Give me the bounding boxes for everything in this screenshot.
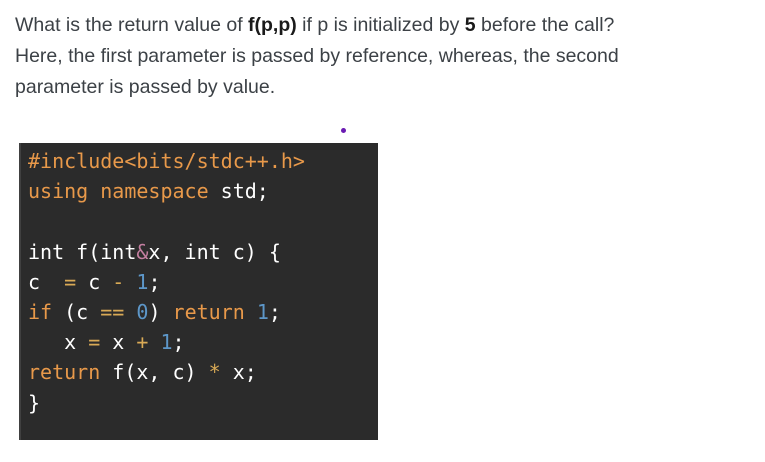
std-token: std; xyxy=(208,179,269,204)
number-literal: 1 xyxy=(256,299,269,324)
code-line-7: x = x + 1; xyxy=(28,327,305,357)
keyword-return: return xyxy=(172,299,245,324)
code-text: ; xyxy=(268,299,281,324)
bullet-dot xyxy=(341,128,346,133)
code-text: x, int c) { xyxy=(148,239,281,264)
code-text: c xyxy=(76,269,113,294)
question-fragment: What is the return value of xyxy=(15,14,249,36)
code-text: f(x, c) xyxy=(100,360,209,385)
include-directive: #include<bits/stdc++.h> xyxy=(28,149,305,173)
code-text: ; xyxy=(148,269,161,294)
code-text: ) xyxy=(148,299,173,324)
keyword-namespace: namespace xyxy=(100,179,209,204)
code-line-6: if (c == 0) return 1; xyxy=(28,297,305,327)
operator: - xyxy=(112,269,125,294)
keyword-if: if xyxy=(28,299,53,324)
code-line-1: #include<bits/stdc++.h> xyxy=(28,146,305,176)
code-text: ; xyxy=(172,330,185,355)
function-call-bold: f(p,p) xyxy=(248,14,297,36)
question-fragment: before the call? xyxy=(475,14,615,36)
question-line-1: What is the return value of f(p,p) if p … xyxy=(15,10,755,41)
operator: + xyxy=(136,330,149,355)
number-literal: 0 xyxy=(136,299,149,324)
operator: = xyxy=(88,330,101,355)
reference-ampersand: & xyxy=(136,239,149,264)
code-text: c xyxy=(28,269,65,294)
code-line-2: using namespace std; xyxy=(28,176,305,206)
code-text: int f(int xyxy=(28,239,137,264)
operator: * xyxy=(208,360,221,385)
question-line-2: Here, the first parameter is passed by r… xyxy=(15,45,619,67)
question-line-3: parameter is passed by value. xyxy=(15,76,276,98)
code-block: #include<bits/stdc++.h> using namespace s… xyxy=(19,143,378,440)
operator: = xyxy=(64,269,77,294)
question-text: What is the return value of f(p,p) if p … xyxy=(15,10,755,103)
code-text: x; xyxy=(220,360,257,385)
code-text: x xyxy=(28,330,89,355)
initial-value-bold: 5 xyxy=(464,14,476,36)
question-fragment: if p is initialized by xyxy=(296,14,465,36)
code-line-4: int f(int&x, int c) { xyxy=(28,237,305,267)
closing-brace: } xyxy=(28,390,41,415)
code-line-8: return f(x, c) * x; xyxy=(28,357,305,387)
code-text: (c xyxy=(52,299,101,324)
keyword-using: using xyxy=(28,179,89,204)
keyword-return: return xyxy=(28,360,101,385)
operator: == xyxy=(100,299,125,324)
code-content: #include<bits/stdc++.h> using namespace s… xyxy=(28,146,305,418)
number-literal: 1 xyxy=(160,330,173,355)
code-text: x xyxy=(100,330,137,355)
number-literal: 1 xyxy=(136,269,149,294)
code-line-5: c = c - 1; xyxy=(28,267,305,297)
code-line-9: } xyxy=(28,388,305,418)
